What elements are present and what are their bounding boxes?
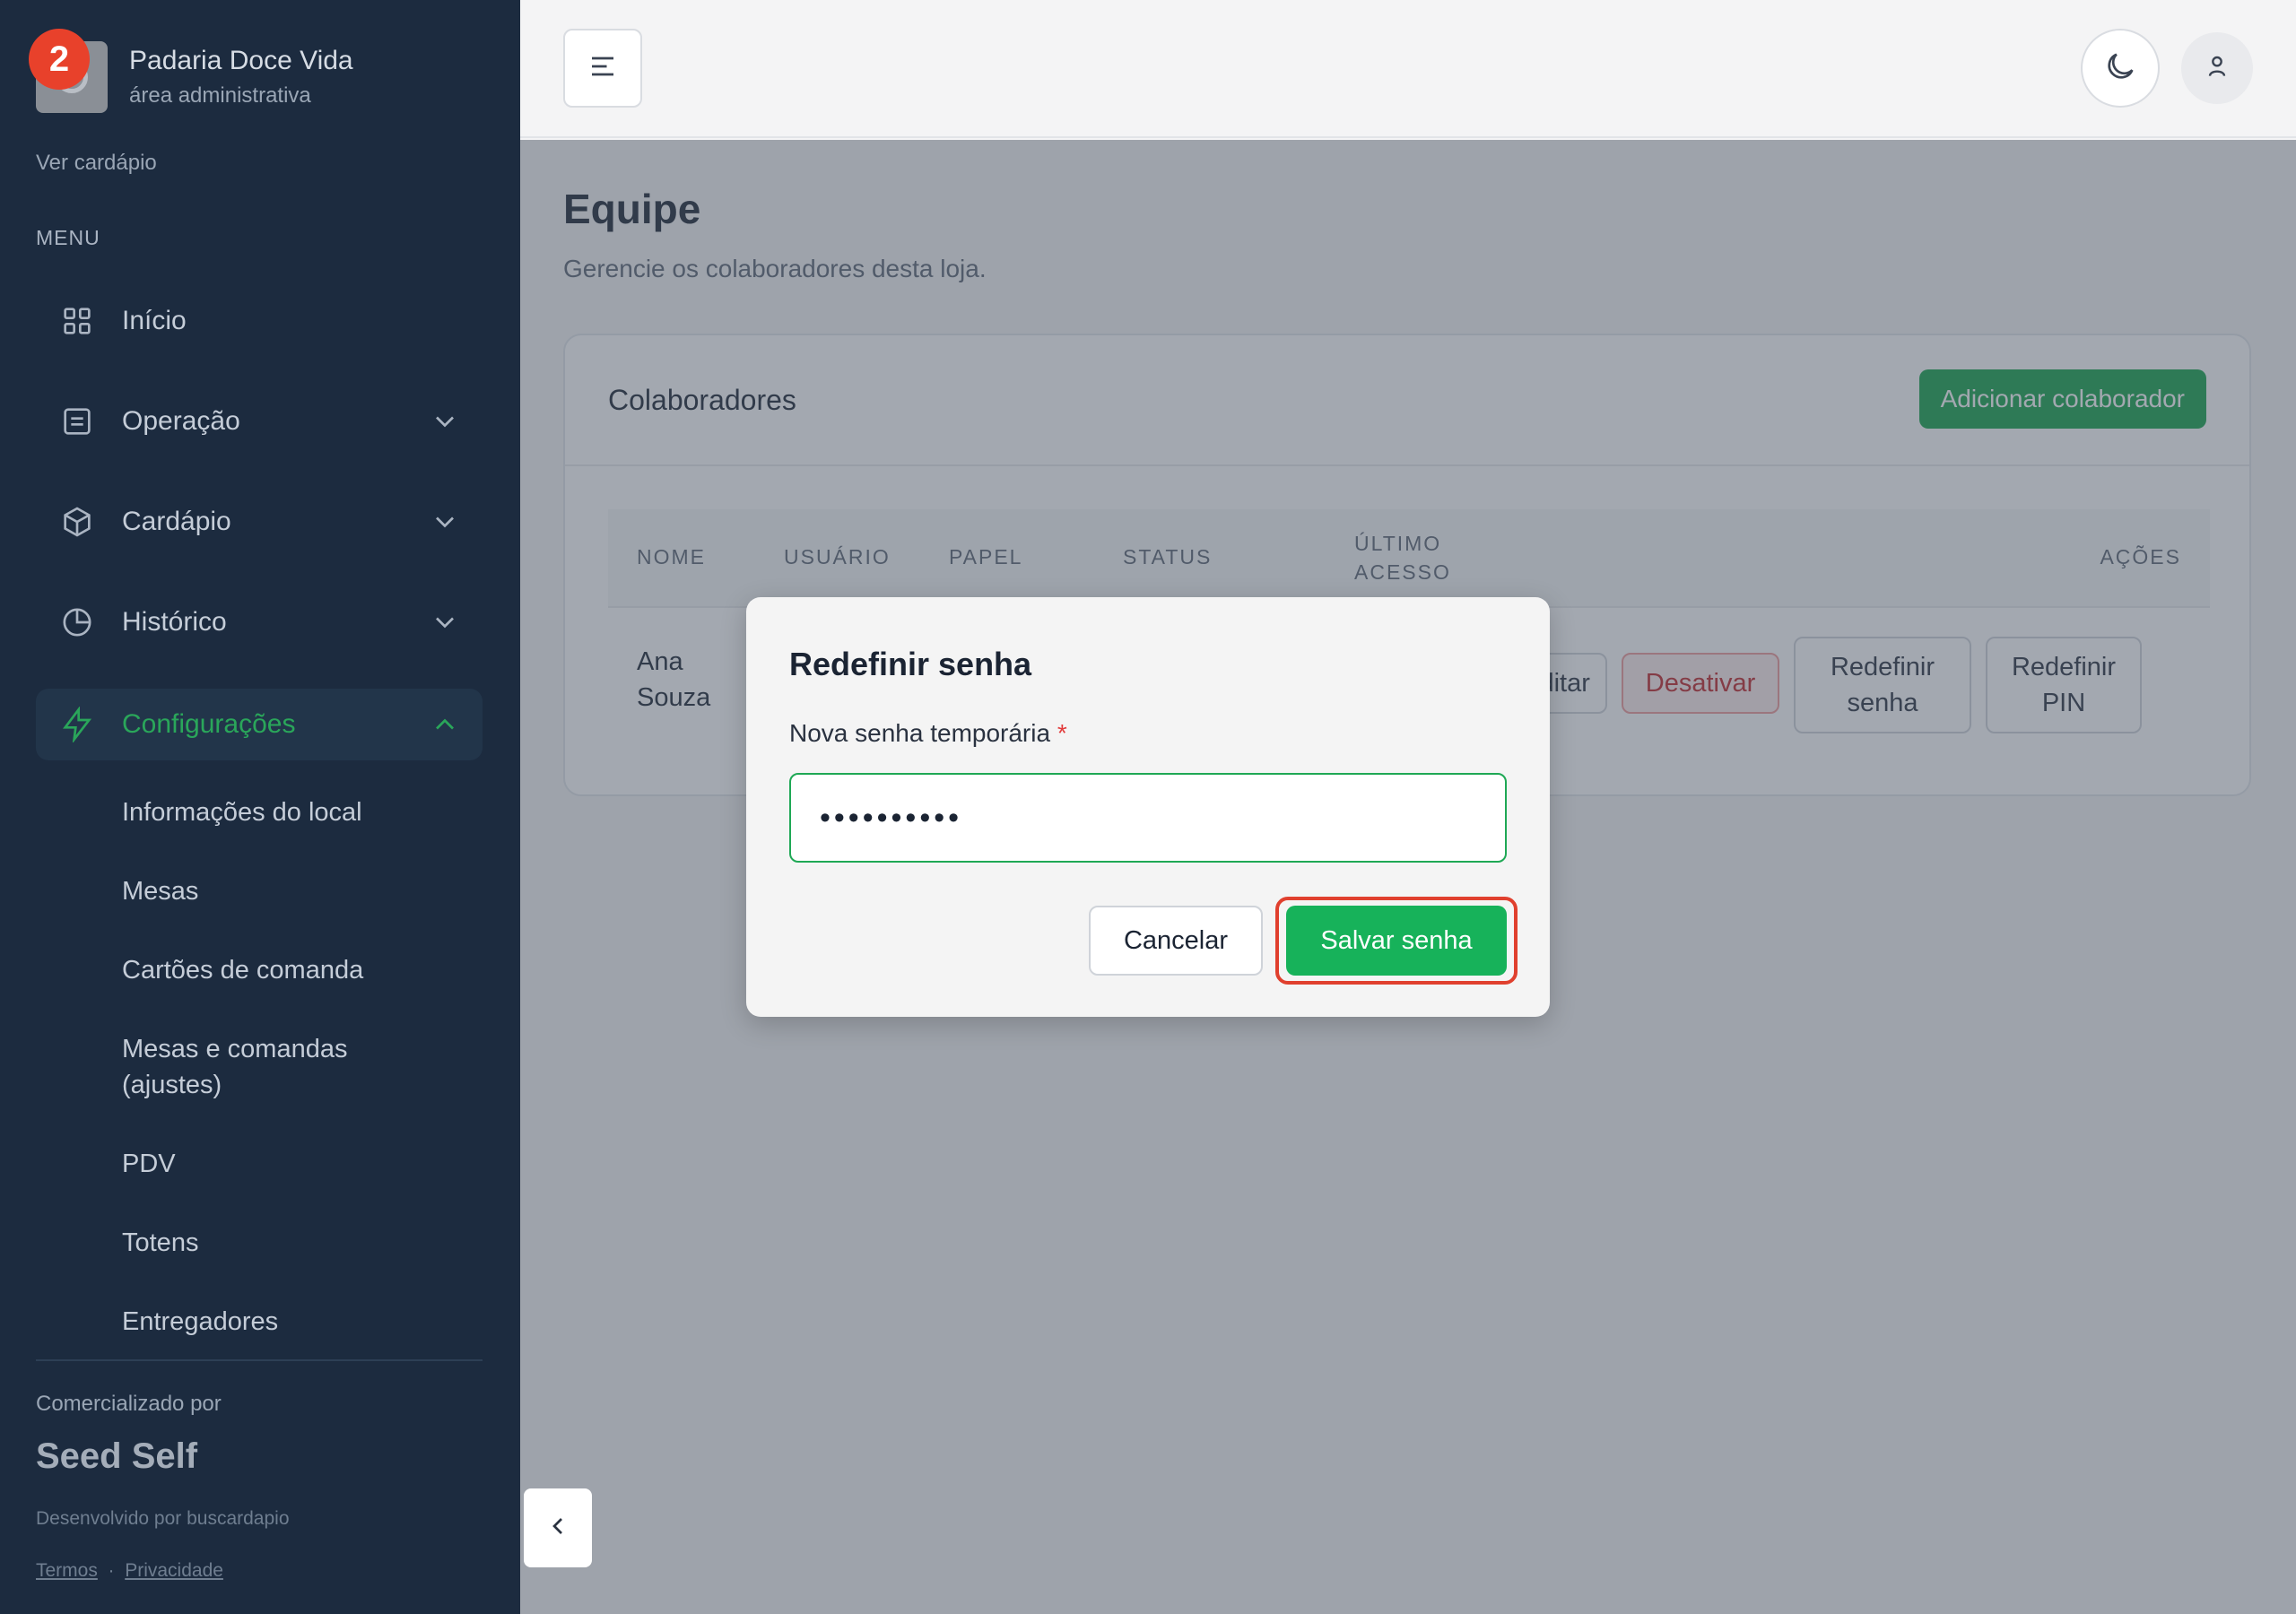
bolt-icon: [59, 707, 95, 742]
moon-icon: [2102, 48, 2138, 89]
sidebar-item-inicio[interactable]: Início: [36, 285, 483, 357]
chevron-left-icon: [544, 1512, 572, 1545]
sidebar-subitem-entregadores[interactable]: Entregadores: [122, 1304, 445, 1340]
footer-links: Termos · Privacidade: [36, 1560, 223, 1582]
sidebar-item-operacao[interactable]: Operação: [36, 386, 483, 457]
sidebar-item-label: Configurações: [122, 709, 296, 739]
sidebar-item-label: Cardápio: [122, 507, 231, 536]
dialog-title: Redefinir senha: [789, 646, 1032, 682]
store-subtitle: área administrativa: [129, 83, 311, 108]
sidebar-item-label: Histórico: [122, 607, 227, 637]
top-bar: [520, 0, 2296, 138]
temporary-password-input[interactable]: ••••••••••: [789, 773, 1507, 863]
chevron-down-icon: [429, 405, 461, 438]
terms-link[interactable]: Termos: [36, 1560, 98, 1581]
collapse-sidebar-button[interactable]: [524, 1488, 592, 1567]
sidebar-subitem-mesas-comandas-ajustes[interactable]: Mesas e comandas (ajustes): [122, 1031, 445, 1103]
sold-by-label: Comercializado por: [36, 1392, 222, 1416]
notification-badge[interactable]: 2: [29, 29, 90, 90]
sidebar-subitem-mesas[interactable]: Mesas: [122, 873, 445, 909]
sidebar: Padaria Doce Vida área administrativa 2 …: [0, 0, 520, 1614]
user-icon: [2203, 52, 2231, 85]
grid-icon: [59, 303, 95, 339]
chevron-up-icon: [429, 708, 461, 741]
sidebar-item-historico[interactable]: Histórico: [36, 586, 483, 658]
sidebar-item-label: Início: [122, 306, 187, 335]
sidebar-subitem-totens[interactable]: Totens: [122, 1225, 445, 1261]
sidebar-item-cardapio[interactable]: Cardápio: [36, 486, 483, 558]
chevron-down-icon: [429, 606, 461, 638]
hamburger-icon: [587, 50, 619, 87]
box-icon: [59, 504, 95, 540]
sidebar-divider: [36, 1359, 483, 1361]
sidebar-subitem-pdv[interactable]: PDV: [122, 1146, 445, 1182]
password-field-label-text: Nova senha temporária: [789, 719, 1051, 747]
password-field-label: Nova senha temporária *: [789, 719, 1067, 748]
save-password-button[interactable]: Salvar senha: [1286, 906, 1507, 976]
store-name: Padaria Doce Vida: [129, 46, 353, 75]
list-icon: [59, 404, 95, 439]
privacy-link[interactable]: Privacidade: [125, 1560, 223, 1581]
sidebar-subitem-informacoes-local[interactable]: Informações do local: [122, 794, 445, 830]
sidebar-subitem-cartoes-comanda[interactable]: Cartões de comanda: [122, 952, 445, 988]
company-name: Seed Self: [36, 1436, 198, 1476]
menu-toggle-button[interactable]: [563, 29, 642, 108]
theme-toggle-button[interactable]: [2081, 29, 2160, 108]
link-separator: ·: [108, 1560, 115, 1581]
save-button-highlight: Salvar senha: [1275, 897, 1518, 985]
developed-by-label: Desenvolvido por buscardapio: [36, 1508, 290, 1529]
required-marker: *: [1057, 719, 1067, 747]
pie-chart-icon: [59, 604, 95, 640]
chevron-down-icon: [429, 506, 461, 538]
sidebar-item-configuracoes[interactable]: Configurações: [36, 689, 483, 760]
user-menu-button[interactable]: [2181, 32, 2253, 104]
cancel-button[interactable]: Cancelar: [1089, 906, 1263, 976]
reset-password-dialog: Redefinir senha Nova senha temporária * …: [746, 597, 1550, 1017]
sidebar-item-label: Operação: [122, 406, 240, 436]
view-menu-link[interactable]: Ver cardápio: [36, 151, 157, 176]
menu-section-label: MENU: [36, 226, 100, 249]
